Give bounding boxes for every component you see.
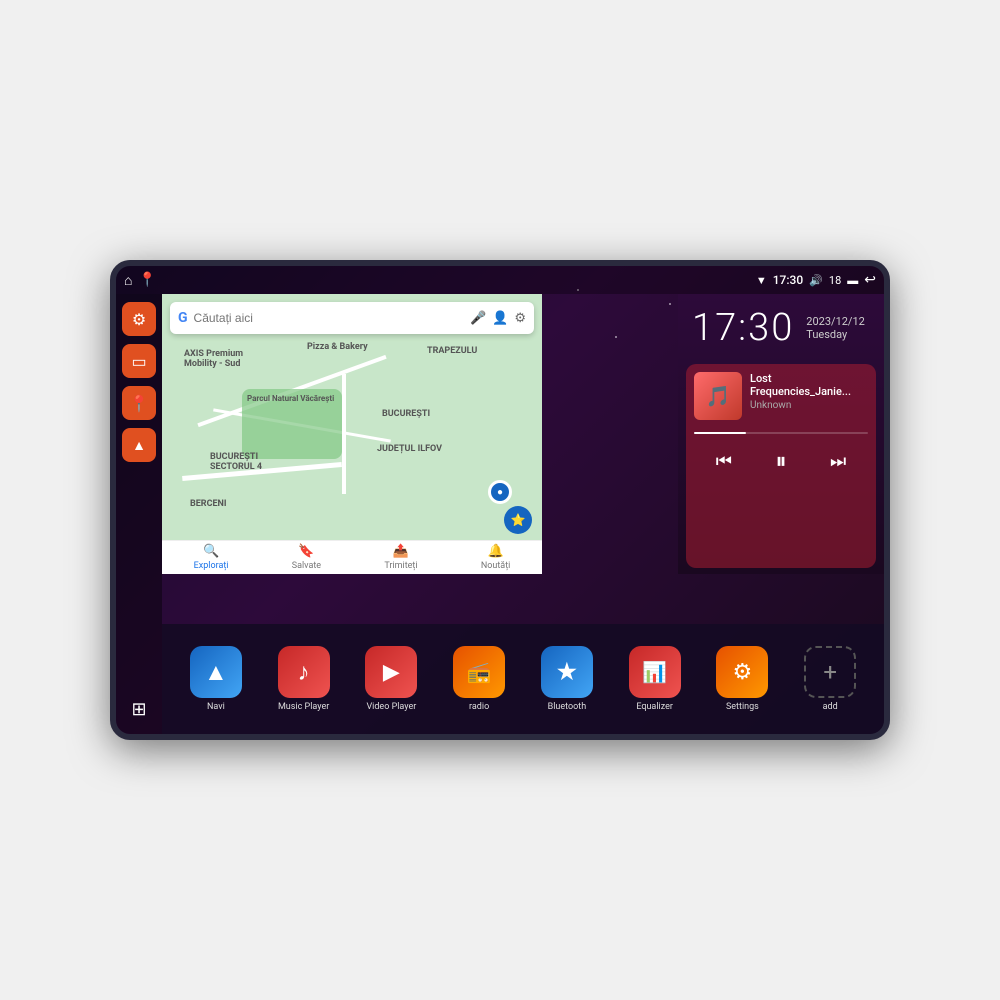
battery-icon: ▬ xyxy=(847,274,858,287)
add-label: add xyxy=(823,702,838,712)
equalizer-icon: 📊 xyxy=(642,660,667,684)
sidebar-bottom: ⊞ xyxy=(122,692,156,726)
volume-icon: 🔊 xyxy=(809,274,823,287)
music-icon-box: ♪ xyxy=(278,646,330,698)
music-progress-fill xyxy=(694,432,746,434)
explore-icon: 🔍 xyxy=(203,544,219,559)
music-player-app-icon[interactable]: ♪ Music Player xyxy=(268,646,340,712)
add-icon: + xyxy=(823,658,837,686)
music-info: 🎵 Lost Frequencies_Janie... Unknown xyxy=(694,372,868,420)
saved-icon: 🔖 xyxy=(298,544,314,559)
main-content: ⚙ ▭ 📍 ▲ ⊞ G 🎤 xyxy=(116,294,884,734)
video-player-label: Video Player xyxy=(366,702,416,712)
equalizer-icon-box: 📊 xyxy=(629,646,681,698)
music-controls: ⏮ ⏸ ⏭ xyxy=(694,444,868,478)
home-icon[interactable]: ⌂ xyxy=(124,272,132,289)
music-artist: Unknown xyxy=(750,400,868,411)
device-frame: ⌂ 📍 ▼ 17:30 🔊 18 ▬ ↩ ⚙ ▭ xyxy=(110,260,890,740)
map-bottom-bar: 🔍 Explorați 🔖 Salvate 📤 Trimiteți 🔔 Nout… xyxy=(162,540,542,574)
music-title: Lost Frequencies_Janie... xyxy=(750,372,868,398)
radio-icon: 📻 xyxy=(467,660,492,684)
map-area[interactable]: G 🎤 👤 ⚙ AXIS PremiumMobility - Sud xyxy=(162,294,542,574)
settings-app-icon-glyph: ⚙ xyxy=(733,660,753,685)
explore-label: Explorați xyxy=(194,561,229,571)
album-art: 🎵 xyxy=(694,372,742,420)
album-art-icon: 🎵 xyxy=(706,384,731,408)
screen: ⌂ 📍 ▼ 17:30 🔊 18 ▬ ↩ ⚙ ▭ xyxy=(116,266,884,734)
news-icon: 🔔 xyxy=(488,544,504,559)
location-icon: 📍 xyxy=(129,394,149,413)
map-saved-btn[interactable]: 🔖 Salvate xyxy=(292,544,321,571)
map-search-input[interactable] xyxy=(194,311,464,325)
status-time: 17:30 xyxy=(773,273,803,287)
status-bar-right: ▼ 17:30 🔊 18 ▬ ↩ xyxy=(756,272,876,288)
sidebar: ⚙ ▭ 📍 ▲ ⊞ xyxy=(116,294,162,734)
sidebar-nav-icon[interactable]: ▲ xyxy=(122,428,156,462)
navi-icon-box: ▲ xyxy=(190,646,242,698)
pause-button[interactable]: ⏸ xyxy=(771,444,790,478)
nav-arrow-icon: ▲ xyxy=(132,437,146,454)
wifi-icon: ▼ xyxy=(756,274,767,287)
navi-app-icon[interactable]: ▲ Navi xyxy=(180,646,252,712)
account-icon[interactable]: 👤 xyxy=(492,311,508,326)
map-explore-btn[interactable]: 🔍 Explorați xyxy=(194,544,229,571)
news-label: Noutăți xyxy=(481,561,511,571)
sidebar-files-icon[interactable]: ▭ xyxy=(122,344,156,378)
settings-label: Settings xyxy=(726,702,759,712)
sidebar-settings-icon[interactable]: ⚙ xyxy=(122,302,156,336)
music-player-label: Music Player xyxy=(278,702,329,712)
send-label: Trimiteți xyxy=(384,561,417,571)
folder-icon: ▭ xyxy=(131,352,146,371)
app-grid-area: ▲ Navi ♪ Music Player ▶ Video Player xyxy=(162,624,884,734)
equalizer-app-icon[interactable]: 📊 Equalizer xyxy=(619,646,691,712)
google-maps-icon: G xyxy=(178,310,188,326)
bluetooth-app-icon[interactable]: ★ Bluetooth xyxy=(531,646,603,712)
status-bar-left: ⌂ 📍 xyxy=(124,266,156,294)
clock-day: Tuesday xyxy=(806,328,865,341)
video-icon: ▶ xyxy=(383,660,400,685)
saved-label: Salvate xyxy=(292,561,321,571)
add-icon-box: + xyxy=(804,646,856,698)
radio-label: radio xyxy=(469,702,489,712)
sidebar-grid-icon[interactable]: ⊞ xyxy=(122,692,156,726)
music-icon: ♪ xyxy=(298,658,310,687)
radio-icon-box: 📻 xyxy=(453,646,505,698)
mic-icon[interactable]: 🎤 xyxy=(470,311,486,326)
clock-date: 2023/12/12 xyxy=(806,315,865,328)
radio-app-icon[interactable]: 📻 radio xyxy=(443,646,515,712)
add-app-icon[interactable]: + add xyxy=(794,646,866,712)
music-section: 🎵 Lost Frequencies_Janie... Unknown ⏮ ⏸ xyxy=(686,364,876,568)
bluetooth-icon-box: ★ xyxy=(541,646,593,698)
map-news-btn[interactable]: 🔔 Noutăți xyxy=(481,544,511,571)
battery-level: 18 xyxy=(829,274,841,287)
video-icon-box: ▶ xyxy=(365,646,417,698)
video-player-app-icon[interactable]: ▶ Video Player xyxy=(355,646,427,712)
clock-section: 17:30 2023/12/12 Tuesday xyxy=(678,294,884,358)
music-progress-bar[interactable] xyxy=(694,432,868,434)
music-text: Lost Frequencies_Janie... Unknown xyxy=(750,372,868,411)
navi-label: Navi xyxy=(207,702,225,712)
right-panel: 17:30 2023/12/12 Tuesday 🎵 Lost Frequenc… xyxy=(678,294,884,574)
clock-display: 17:30 xyxy=(692,306,794,350)
next-button[interactable]: ⏭ xyxy=(826,447,850,476)
maps-icon[interactable]: 📍 xyxy=(138,272,155,288)
clock-date-section: 2023/12/12 Tuesday xyxy=(806,315,865,341)
map-send-btn[interactable]: 📤 Trimiteți xyxy=(384,544,417,571)
settings-app-icon[interactable]: ⚙ Settings xyxy=(706,646,778,712)
navi-icon: ▲ xyxy=(204,658,228,687)
back-icon[interactable]: ↩ xyxy=(864,272,876,288)
map-content: AXIS PremiumMobility - Sud Pizza & Baker… xyxy=(162,294,542,574)
status-bar: ⌂ 📍 ▼ 17:30 🔊 18 ▬ ↩ xyxy=(116,266,884,294)
settings-icon-box: ⚙ xyxy=(716,646,768,698)
map-search-bar[interactable]: G 🎤 👤 ⚙ xyxy=(170,302,534,334)
bluetooth-icon: ★ xyxy=(557,660,577,685)
sidebar-location-icon[interactable]: 📍 xyxy=(122,386,156,420)
equalizer-label: Equalizer xyxy=(636,702,673,712)
prev-button[interactable]: ⏮ xyxy=(712,447,736,476)
settings-map-icon[interactable]: ⚙ xyxy=(514,311,526,326)
settings-icon: ⚙ xyxy=(132,310,146,329)
bluetooth-label: Bluetooth xyxy=(548,702,587,712)
send-icon: 📤 xyxy=(393,544,409,559)
